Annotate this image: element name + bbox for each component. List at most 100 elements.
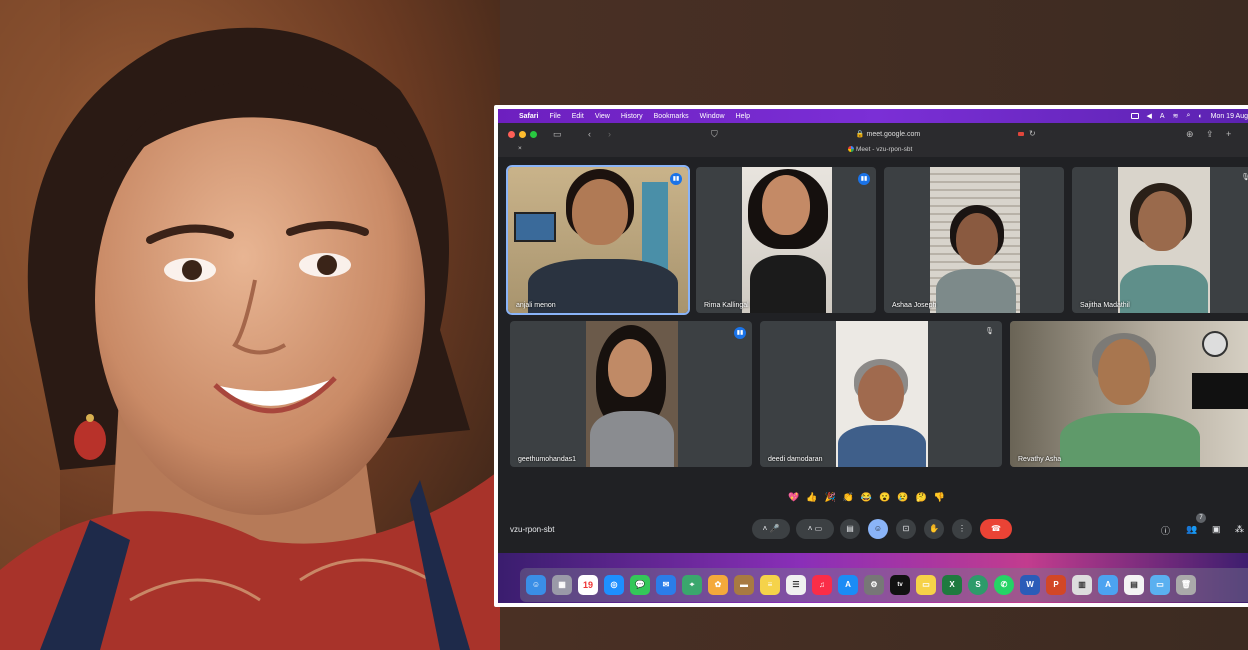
captions-button[interactable]: ▤ <box>840 519 860 539</box>
share-icon[interactable]: ⇪ <box>1206 128 1214 140</box>
chat-icon[interactable]: ▣ <box>1212 524 1221 535</box>
participant-tile[interactable]: ▮▮ Rima Kallingal <box>696 167 876 313</box>
tab-meet[interactable]: Meet - vzu-rpon-sbt <box>848 146 912 153</box>
powerpoint-icon[interactable]: P <box>1046 575 1066 595</box>
reaction-thumbs-up-button[interactable]: 👍 <box>806 492 817 503</box>
document-icon[interactable]: ▤ <box>1124 575 1144 595</box>
participant-tile[interactable]: Ashaa Joseph <box>884 167 1064 313</box>
tab-close-icon[interactable]: × <box>518 145 522 152</box>
notes-folder-icon[interactable]: ▬ <box>734 575 754 595</box>
forward-arrow-icon[interactable]: › <box>608 128 611 140</box>
participant-tile[interactable]: 🎙 Sajitha Madathil <box>1072 167 1248 313</box>
system-settings-icon[interactable]: ⚙ <box>864 575 884 595</box>
preview-icon[interactable]: ▥ <box>1072 575 1092 595</box>
maps-icon[interactable]: ⌖ <box>682 575 702 595</box>
activities-icon[interactable]: ⁂ <box>1235 524 1244 535</box>
speaking-indicator-icon: ▮▮ <box>670 173 682 185</box>
photos-icon[interactable]: ✿ <box>708 575 728 595</box>
launchpad-icon[interactable]: ▦ <box>552 575 572 595</box>
camera-button[interactable]: ˄ ▭ <box>796 519 834 539</box>
keyboard-icon[interactable]: A <box>1160 113 1165 120</box>
zoom-window-button[interactable] <box>530 131 537 138</box>
reaction-thumbs-down-button[interactable]: 👎 <box>934 492 945 503</box>
reaction-clap-button[interactable]: 👏 <box>843 492 854 503</box>
reminders-icon[interactable]: ☰ <box>786 575 806 595</box>
whatsapp-icon[interactable]: ✆ <box>994 575 1014 595</box>
meet-control-bar: vzu-rpon-sbt ˄ 🎤 ˄ ▭ ▤ ☺ ⊡ ✋ ⋮ ☎ ⓘ 👥 7 ▣… <box>498 507 1248 553</box>
meeting-code: vzu-rpon-sbt <box>510 525 555 534</box>
reaction-surprised-button[interactable]: 😮 <box>879 492 890 503</box>
apple-tv-icon[interactable]: tv <box>890 575 910 595</box>
camera-status-icon[interactable] <box>1130 113 1139 119</box>
end-call-button[interactable]: ☎ <box>980 519 1012 539</box>
reload-icon[interactable]: ↻ <box>1029 128 1036 140</box>
appstore-folder-icon[interactable]: A <box>1098 575 1118 595</box>
present-button[interactable]: ⊡ <box>896 519 916 539</box>
participant-name: Revathy Asha <box>1018 456 1062 463</box>
participant-name: Rima Kallingal <box>704 302 749 309</box>
messages-icon[interactable]: 💬 <box>630 575 650 595</box>
notes-icon[interactable]: ≡ <box>760 575 780 595</box>
close-window-button[interactable] <box>508 131 515 138</box>
menu-file[interactable]: File <box>549 113 560 120</box>
back-arrow-icon[interactable]: ‹ <box>588 128 591 140</box>
reaction-laugh-button[interactable]: 😂 <box>861 492 872 503</box>
participant-video <box>508 167 688 313</box>
raise-hand-button[interactable]: ✋ <box>924 519 944 539</box>
menu-app-name[interactable]: Safari <box>519 113 538 120</box>
shield-icon[interactable]: ⛉ <box>711 128 718 140</box>
participant-video <box>586 321 678 467</box>
excel-icon[interactable]: X <box>942 575 962 595</box>
download-icon[interactable]: ⊕ <box>1186 128 1194 140</box>
reaction-heart-button[interactable]: 💖 <box>788 492 799 503</box>
participant-tile[interactable]: 🎙 deedi damodaran <box>760 321 1002 467</box>
minimize-window-button[interactable] <box>519 131 526 138</box>
participant-name: deedi damodaran <box>768 456 823 463</box>
menu-window[interactable]: Window <box>700 113 725 120</box>
reaction-thinking-button[interactable]: 🤔 <box>916 492 927 503</box>
participant-video <box>836 321 928 467</box>
calendar-icon[interactable]: 19 <box>578 575 598 595</box>
finder-icon[interactable]: ☺ <box>526 575 546 595</box>
search-icon[interactable]: ⌕ <box>1186 112 1190 120</box>
stickies-icon[interactable]: ▭ <box>916 575 936 595</box>
control-center-icon[interactable]: ◐ <box>1198 113 1202 120</box>
participant-name: geethumohandas1 <box>518 456 576 463</box>
trash-icon[interactable]: 🗑 <box>1176 575 1196 595</box>
menu-help[interactable]: Help <box>736 113 750 120</box>
mic-button[interactable]: ˄ 🎤 <box>752 519 790 539</box>
menu-history[interactable]: History <box>621 113 643 120</box>
participant-tile[interactable]: ▮▮ anjali menon <box>506 165 690 315</box>
more-options-button[interactable]: ⋮ <box>952 519 972 539</box>
reaction-sad-button[interactable]: 😢 <box>897 492 908 503</box>
tab-bar: × Meet - vzu-rpon-sbt <box>498 144 1248 157</box>
volume-icon[interactable]: ◀ <box>1147 112 1152 120</box>
menu-edit[interactable]: Edit <box>572 113 584 120</box>
participant-name: anjali menon <box>516 302 556 309</box>
menu-bookmarks[interactable]: Bookmarks <box>654 113 689 120</box>
app-store-icon[interactable]: A <box>838 575 858 595</box>
word-icon[interactable]: W <box>1020 575 1040 595</box>
menu-view[interactable]: View <box>595 113 610 120</box>
new-tab-icon[interactable]: + <box>1226 128 1231 140</box>
downloads-folder-icon[interactable]: ▭ <box>1150 575 1170 595</box>
wifi-icon[interactable]: ≋ <box>1173 112 1179 120</box>
info-icon[interactable]: ⓘ <box>1161 524 1170 537</box>
reaction-party-button[interactable]: 🎉 <box>824 492 835 503</box>
macos-dock: ☺ ▦ 19 ◎ 💬 ✉ ⌖ ✿ ▬ ≡ ☰ ♫ A ⚙ tv ▭ X S ✆ … <box>520 568 1248 602</box>
address-bar[interactable]: 🔒 meet.google.com <box>728 128 1048 141</box>
meet-logo-icon <box>848 146 854 153</box>
music-icon[interactable]: ♫ <box>812 575 832 595</box>
meet-video-grid: ▮▮ anjali menon ▮▮ Rima Kallingal Ashaa … <box>498 157 1248 542</box>
chrome-like-icon[interactable]: S <box>968 575 988 595</box>
sidebar-icon[interactable]: ▭ <box>553 128 562 140</box>
safari-icon[interactable]: ◎ <box>604 575 624 595</box>
participant-tile[interactable]: Revathy Asha <box>1010 321 1248 467</box>
participant-tile[interactable]: ▮▮ geethumohandas1 <box>510 321 752 467</box>
mail-icon[interactable]: ✉ <box>656 575 676 595</box>
macos-menubar: Safari File Edit View History Bookmarks … <box>498 109 1248 123</box>
participant-video <box>930 167 1020 313</box>
menubar-clock[interactable]: Mon 19 Aug <box>1211 113 1248 120</box>
people-icon[interactable]: 👥 <box>1186 524 1197 535</box>
reactions-button[interactable]: ☺ <box>868 519 888 539</box>
